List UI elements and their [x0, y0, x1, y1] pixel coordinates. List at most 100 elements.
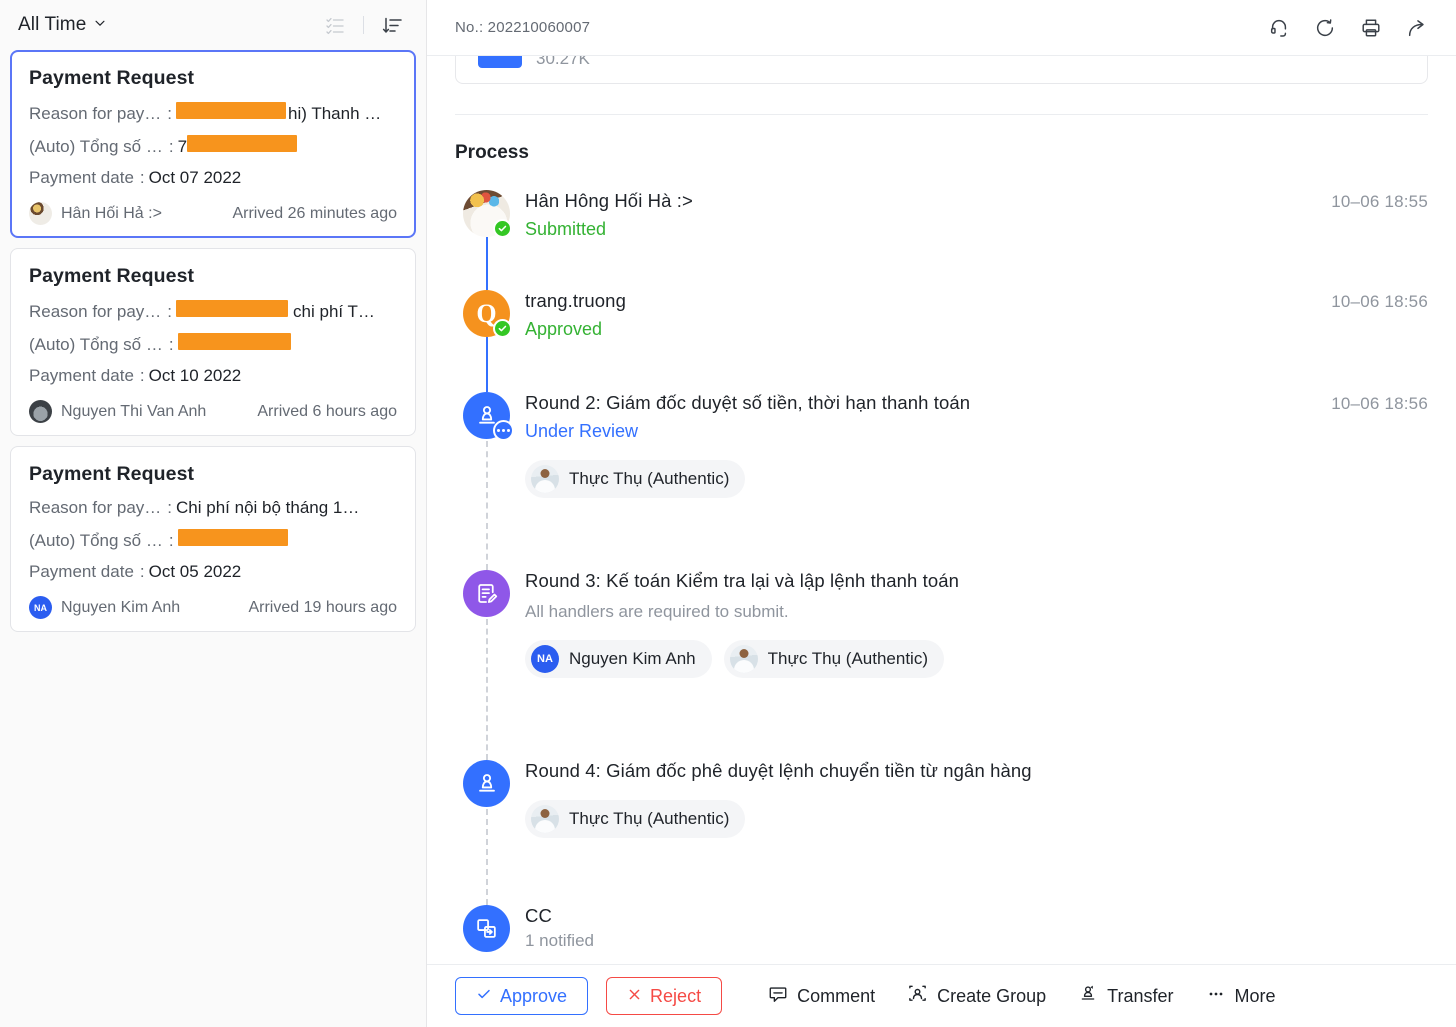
- avatar: [531, 465, 559, 493]
- card-colon: :: [139, 366, 145, 385]
- avatar: [29, 400, 52, 423]
- timeline-node-time: 10–06 18:55: [1331, 192, 1428, 211]
- timeline-connector: [486, 441, 488, 570]
- handler-pill-row: Thực Thụ (Authentic): [525, 460, 1428, 498]
- transfer-button[interactable]: Transfer: [1070, 977, 1181, 1015]
- card-colon: :: [167, 104, 173, 123]
- comment-button[interactable]: Comment: [760, 977, 883, 1015]
- handler-name: Thực Thụ (Authentic): [767, 649, 928, 668]
- sort-icon[interactable]: [372, 8, 412, 42]
- timeline-node-time: 10–06 18:56: [1331, 394, 1428, 413]
- action-bar: Approve Reject Comment Create Group Tran…: [427, 964, 1456, 1027]
- more-label: More: [1234, 985, 1276, 1006]
- timeline-connector: [486, 237, 488, 290]
- handler-pill[interactable]: Thực Thụ (Authentic): [723, 640, 944, 678]
- card-date-row: Payment date : Oct 10 2022: [29, 366, 397, 386]
- card-footer: NA Nguyen Kim Anh Arrived 19 hours ago: [29, 596, 397, 619]
- card-reason-value: chi phí T…: [293, 302, 375, 321]
- card-title: Payment Request: [29, 463, 195, 485]
- timeline-node-header: CC: [525, 905, 1428, 927]
- request-card[interactable]: Payment Request Reason for pay… : hi) Th…: [10, 50, 416, 238]
- timeline-node-header: Round 4: Giám đốc phê duyệt lệnh chuyển …: [525, 760, 1428, 782]
- avatar: [729, 645, 758, 673]
- card-amount-label: (Auto) Tổng số …: [29, 335, 163, 354]
- card-amount-label: (Auto) Tổng số …: [29, 137, 163, 156]
- time-filter-dropdown[interactable]: All Time: [18, 14, 107, 36]
- clipped-summary-value: 30.27K: [536, 56, 590, 68]
- section-divider: [455, 114, 1428, 115]
- request-card[interactable]: Payment Request Reason for pay… : chi ph…: [10, 248, 416, 436]
- card-amount-row: (Auto) Tổng số … : 7: [29, 135, 397, 157]
- handler-pill[interactable]: Thực Thụ (Authentic): [525, 800, 746, 838]
- sidebar-toolbar: All Time: [0, 0, 426, 50]
- card-arrived-time: Arrived 26 minutes ago: [232, 204, 397, 222]
- multi-select-icon[interactable]: [315, 8, 355, 42]
- cc-icon: [463, 905, 510, 952]
- timeline-node-header: Hân Hông Hối Hà :> 10–06 18:55: [525, 190, 1428, 212]
- check-badge-icon: [493, 219, 512, 238]
- print-icon[interactable]: [1354, 11, 1388, 45]
- detail-header-actions: [1262, 11, 1434, 45]
- card-date-label: Payment date: [29, 168, 134, 187]
- timeline-node-time: 10–06 18:56: [1331, 292, 1428, 311]
- transfer-icon: [1078, 984, 1098, 1009]
- reject-button[interactable]: Reject: [606, 977, 723, 1015]
- timeline-node-name: Round 4: Giám đốc phê duyệt lệnh chuyển …: [525, 760, 1032, 781]
- card-footer: Hân Hối Hả :> Arrived 26 minutes ago: [29, 202, 397, 225]
- card-reason-value: Chi phí nội bộ tháng 1…: [176, 498, 360, 517]
- time-filter-label: All Time: [18, 14, 87, 35]
- avatar: [29, 202, 52, 225]
- card-colon: :: [167, 302, 173, 321]
- headset-icon[interactable]: [1262, 11, 1296, 45]
- card-colon: :: [168, 137, 174, 156]
- card-amount-row: (Auto) Tổng số … :: [29, 333, 397, 355]
- more-button[interactable]: More: [1198, 977, 1284, 1015]
- create-group-button[interactable]: Create Group: [899, 977, 1054, 1015]
- timeline-connector: [486, 619, 488, 760]
- timeline-node-status: Submitted: [525, 219, 607, 239]
- card-colon: :: [168, 335, 174, 354]
- detail-header: No.: 202210060007: [427, 0, 1456, 56]
- detail-panel: No.: 202210060007 30.27K Process Hân Hôn…: [427, 0, 1456, 1027]
- sidebar: All Time Payment Request Reason for pay……: [0, 0, 427, 1027]
- handler-pill[interactable]: NA Nguyen Kim Anh: [525, 640, 712, 678]
- card-date-value: Oct 10 2022: [148, 366, 242, 385]
- handler-pill-row: Thực Thụ (Authentic): [525, 800, 1428, 838]
- document-edit-icon: [463, 570, 510, 617]
- app-root: All Time Payment Request Reason for pay……: [0, 0, 1456, 1027]
- check-icon: [476, 986, 492, 1007]
- timeline-node-note: 1 notified: [525, 931, 594, 950]
- card-date-label: Payment date: [29, 562, 134, 581]
- sidebar-toolbar-actions: [315, 8, 412, 42]
- redacted-value: [187, 135, 298, 152]
- card-reason-value: hi) Thanh …: [288, 104, 382, 123]
- handler-name: Thực Thụ (Authentic): [569, 809, 730, 828]
- card-colon: :: [167, 498, 173, 517]
- card-amount-row: (Auto) Tổng số … :: [29, 529, 397, 551]
- approve-button[interactable]: Approve: [455, 977, 589, 1015]
- timeline-node-cc: CC 1 notified: [455, 905, 1428, 965]
- card-title: Payment Request: [29, 67, 195, 89]
- redacted-value: [176, 300, 289, 317]
- timeline-connector: [486, 337, 488, 392]
- close-icon: [627, 986, 642, 1007]
- card-reason-label: Reason for pay…: [29, 498, 162, 517]
- avatar: NA: [531, 645, 559, 673]
- request-card[interactable]: Payment Request Reason for pay… : Chi ph…: [10, 446, 416, 632]
- redacted-value: [177, 529, 288, 546]
- timeline-node-round2: Round 2: Giám đốc duyệt số tiền, thời hạ…: [455, 392, 1428, 570]
- redacted-value: [176, 102, 287, 119]
- detail-body: 30.27K Process Hân Hông Hối Hà :> 10–06 …: [427, 56, 1456, 1027]
- refresh-icon[interactable]: [1308, 11, 1342, 45]
- timeline-node-note: All handlers are required to submit.: [525, 602, 789, 621]
- share-icon[interactable]: [1400, 11, 1434, 45]
- card-footer: Nguyen Thi Van Anh Arrived 6 hours ago: [29, 400, 397, 423]
- card-amount-prefix: 7: [177, 137, 188, 156]
- create-group-icon: [907, 983, 928, 1009]
- redacted-value: [177, 333, 291, 350]
- comment-label: Comment: [797, 985, 876, 1006]
- comment-icon: [768, 984, 788, 1009]
- card-author: Hân Hối Hả :>: [61, 204, 162, 222]
- handler-name: Nguyen Kim Anh: [569, 649, 696, 668]
- handler-pill[interactable]: Thực Thụ (Authentic): [525, 460, 746, 498]
